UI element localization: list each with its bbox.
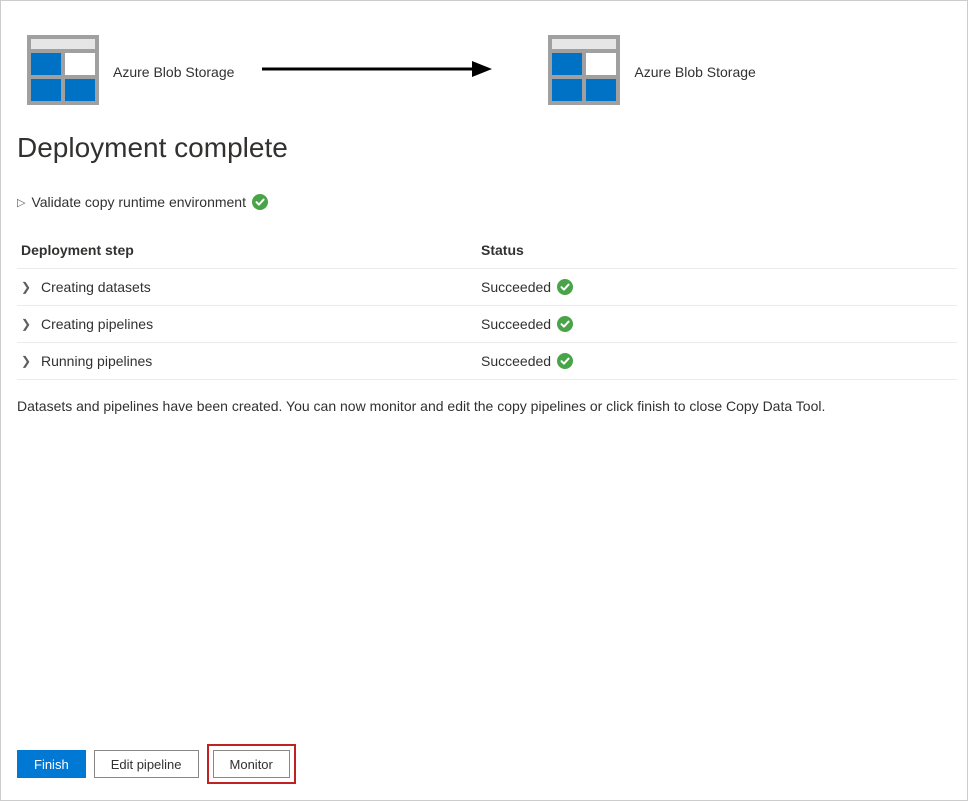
success-icon xyxy=(557,316,573,332)
page-title: Deployment complete xyxy=(17,132,951,164)
step-label: Creating datasets xyxy=(41,279,151,295)
target-label: Azure Blob Storage xyxy=(634,64,755,80)
edit-pipeline-button[interactable]: Edit pipeline xyxy=(94,750,199,778)
status-label: Succeeded xyxy=(481,279,551,295)
expand-icon: ▷ xyxy=(17,196,25,209)
source-target-diagram: Azure Blob Storage xyxy=(27,35,951,108)
success-icon xyxy=(557,353,573,369)
monitor-button[interactable]: Monitor xyxy=(213,750,290,778)
arrow-icon xyxy=(262,59,492,84)
blob-storage-icon xyxy=(548,35,620,108)
chevron-right-icon: ❯ xyxy=(21,354,33,368)
table-row[interactable]: ❯ Creating datasets Succeeded xyxy=(17,269,957,306)
validate-runtime-row[interactable]: ▷ Validate copy runtime environment xyxy=(17,194,951,210)
validate-label: Validate copy runtime environment xyxy=(31,194,246,210)
finish-button[interactable]: Finish xyxy=(17,750,86,778)
target-node: Azure Blob Storage xyxy=(548,35,755,108)
table-row[interactable]: ❯ Running pipelines Succeeded xyxy=(17,343,957,380)
table-row[interactable]: ❯ Creating pipelines Succeeded xyxy=(17,306,957,343)
status-label: Succeeded xyxy=(481,316,551,332)
chevron-right-icon: ❯ xyxy=(21,317,33,331)
step-label: Running pipelines xyxy=(41,353,152,369)
step-label: Creating pipelines xyxy=(41,316,153,332)
blob-storage-icon xyxy=(27,35,99,108)
source-label: Azure Blob Storage xyxy=(113,64,234,80)
success-icon xyxy=(252,194,268,210)
success-icon xyxy=(557,279,573,295)
content-area: Azure Blob Storage xyxy=(1,1,967,414)
status-label: Succeeded xyxy=(481,353,551,369)
monitor-highlight: Monitor xyxy=(207,744,296,784)
chevron-right-icon: ❯ xyxy=(21,280,33,294)
source-node: Azure Blob Storage xyxy=(27,35,234,108)
table-header: Deployment step Status xyxy=(17,232,957,269)
header-step: Deployment step xyxy=(21,242,481,258)
deployment-complete-panel: Azure Blob Storage xyxy=(0,0,968,801)
deployment-steps-table: Deployment step Status ❯ Creating datase… xyxy=(17,232,957,380)
completion-description: Datasets and pipelines have been created… xyxy=(17,398,951,414)
footer-actions: Finish Edit pipeline Monitor xyxy=(17,744,296,784)
header-status: Status xyxy=(481,242,953,258)
